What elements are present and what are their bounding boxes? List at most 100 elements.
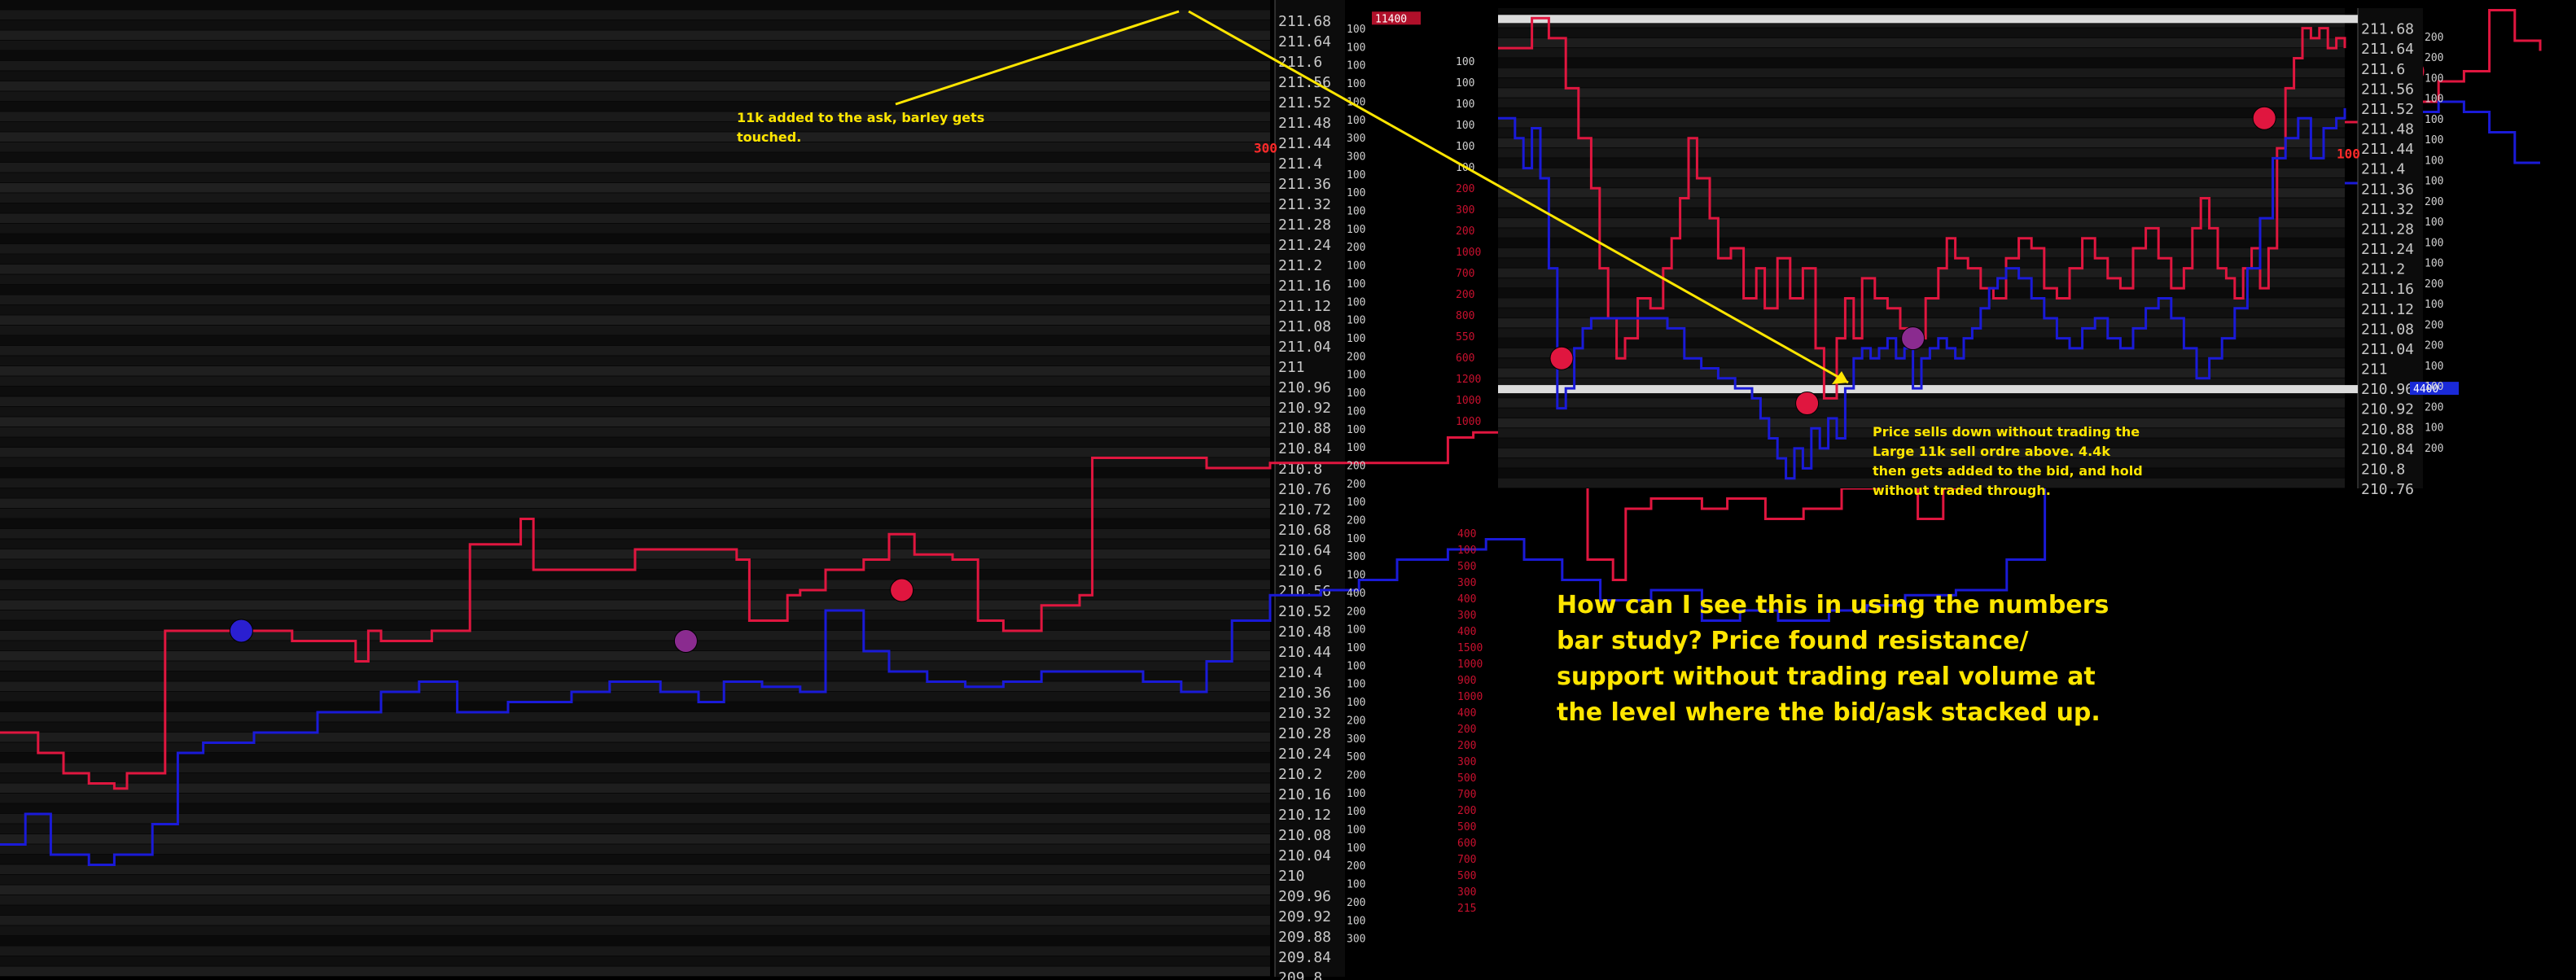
depth-band <box>1498 158 2345 168</box>
depth-band <box>1498 278 2345 288</box>
price-tick-label: 210.24 <box>1278 746 1331 763</box>
price-tick-label: 211.08 <box>1278 318 1331 335</box>
price-tick-label: 209.84 <box>1278 949 1331 966</box>
depth-volume-label: 200 <box>1347 351 1365 363</box>
depth-band <box>0 539 1270 549</box>
depth-volume-label: 200 <box>2425 340 2443 352</box>
depth-band <box>0 651 1270 661</box>
price-tick-label: 211.28 <box>2361 221 2414 238</box>
depth-volume-label: 300 <box>1347 733 1365 746</box>
depth-band <box>1498 98 2345 107</box>
depth-band <box>0 814 1270 824</box>
depth-band <box>0 641 1270 650</box>
price-tick-label: 210.84 <box>2361 441 2414 458</box>
depth-band <box>0 855 1270 864</box>
depth-band <box>0 875 1270 885</box>
depth-band <box>0 916 1270 925</box>
depth-band <box>1498 298 2345 308</box>
depth-band <box>0 335 1270 345</box>
price-tick-label: 211 <box>2361 361 2388 378</box>
depth-volume-label: 100 <box>1347 315 1365 327</box>
depth-band <box>0 213 1270 223</box>
price-tick-label: 211.6 <box>1278 54 1322 71</box>
depth-volume-label: 300 <box>1456 204 1474 217</box>
price-tick-label: 210.96 <box>1278 379 1331 396</box>
depth-band <box>1498 37 2345 48</box>
depth-band <box>0 925 1270 935</box>
ladder-volume-label: 1000 <box>1457 658 1483 671</box>
depth-band <box>0 61 1270 71</box>
depth-volume-label: 100 <box>1347 115 1365 127</box>
price-tick-label: 210.12 <box>1278 807 1331 824</box>
ladder-volume-label: 500 <box>1457 821 1476 833</box>
red-trade-marker <box>2252 106 2276 130</box>
depth-volume-label: 100 <box>1347 296 1365 308</box>
depth-band <box>0 570 1270 580</box>
depth-volume-label: 100 <box>1347 24 1365 36</box>
price-tick-label: 210.96 <box>2361 381 2414 398</box>
price-tick-label: 210.88 <box>1278 420 1331 437</box>
depth-band <box>0 193 1270 203</box>
price-tick-label: 211.4 <box>2361 161 2405 178</box>
depth-band <box>0 305 1270 315</box>
depth-volume-label: 600 <box>1456 352 1474 365</box>
depth-volume-label: 300 <box>1347 934 1365 946</box>
depth-band <box>0 794 1270 803</box>
ladder-volume-label: 300 <box>1457 610 1476 622</box>
depth-band <box>0 152 1270 162</box>
depth-band <box>1498 208 2345 218</box>
depth-band <box>0 692 1270 702</box>
ladder-volume-label: 200 <box>1457 724 1476 736</box>
depth-volume-label: 200 <box>1347 897 1365 909</box>
depth-volume-label: 100 <box>1347 879 1365 891</box>
red-trade-marker <box>1549 346 1574 370</box>
price-tick-label: 211.44 <box>2361 141 2414 158</box>
depth-volume-label: 200 <box>2425 32 2443 44</box>
depth-volume-label: 100 <box>1456 141 1474 153</box>
depth-volume-label: 200 <box>2425 443 2443 455</box>
depth-band <box>0 265 1270 274</box>
price-tick-label: 210.92 <box>2361 401 2414 418</box>
depth-volume-label: 1000 <box>1456 395 1481 407</box>
ladder-volume-label: 100 <box>1457 545 1476 557</box>
depth-band <box>0 396 1270 406</box>
depth-band <box>0 895 1270 905</box>
depth-band <box>1498 68 2345 78</box>
depth-volume-label: 100 <box>1347 624 1365 637</box>
depth-volume-label: 100 <box>2425 176 2443 188</box>
depth-volume-label: 200 <box>1456 225 1474 238</box>
ladder-volume-label: 500 <box>1457 870 1476 882</box>
depth-band <box>0 295 1270 304</box>
price-tick-label: 209.92 <box>1278 908 1331 925</box>
depth-volume-label: 100 <box>2425 217 2443 229</box>
depth-band <box>0 956 1270 966</box>
depth-band <box>0 427 1270 437</box>
depth-volume-label: 100 <box>2425 361 2443 373</box>
depth-band <box>0 905 1270 915</box>
depth-band <box>0 20 1270 30</box>
depth-band <box>1498 398 2345 408</box>
depth-volume-label: 200 <box>1347 769 1365 781</box>
depth-band <box>1498 128 2345 138</box>
ladder-volume-label: 900 <box>1457 675 1476 687</box>
depth-volume-label: 200 <box>1456 289 1474 301</box>
depth-volume-label: 100 <box>1347 788 1365 800</box>
depth-band <box>0 356 1270 365</box>
depth-band <box>0 885 1270 895</box>
depth-band <box>0 681 1270 691</box>
depth-band <box>0 132 1270 142</box>
price-tick-label: 210.52 <box>1278 603 1331 620</box>
ladder-volume-label: 700 <box>1457 854 1476 866</box>
depth-band <box>0 966 1270 976</box>
depth-band <box>1498 118 2345 128</box>
ladder-volume-label: 1000 <box>1457 691 1483 703</box>
price-tick-label: 210.08 <box>1278 827 1331 844</box>
depth-band <box>0 783 1270 793</box>
depth-volume-label: 100 <box>1347 60 1365 72</box>
depth-volume-label: 1000 <box>1456 416 1481 428</box>
order-level-bar <box>1498 15 2358 24</box>
price-tick-label: 211.16 <box>1278 278 1331 295</box>
ladder-volume-label: 400 <box>1457 528 1476 540</box>
price-tick-label: 210.44 <box>1278 644 1331 661</box>
depth-volume-label: 100 <box>2425 381 2443 393</box>
